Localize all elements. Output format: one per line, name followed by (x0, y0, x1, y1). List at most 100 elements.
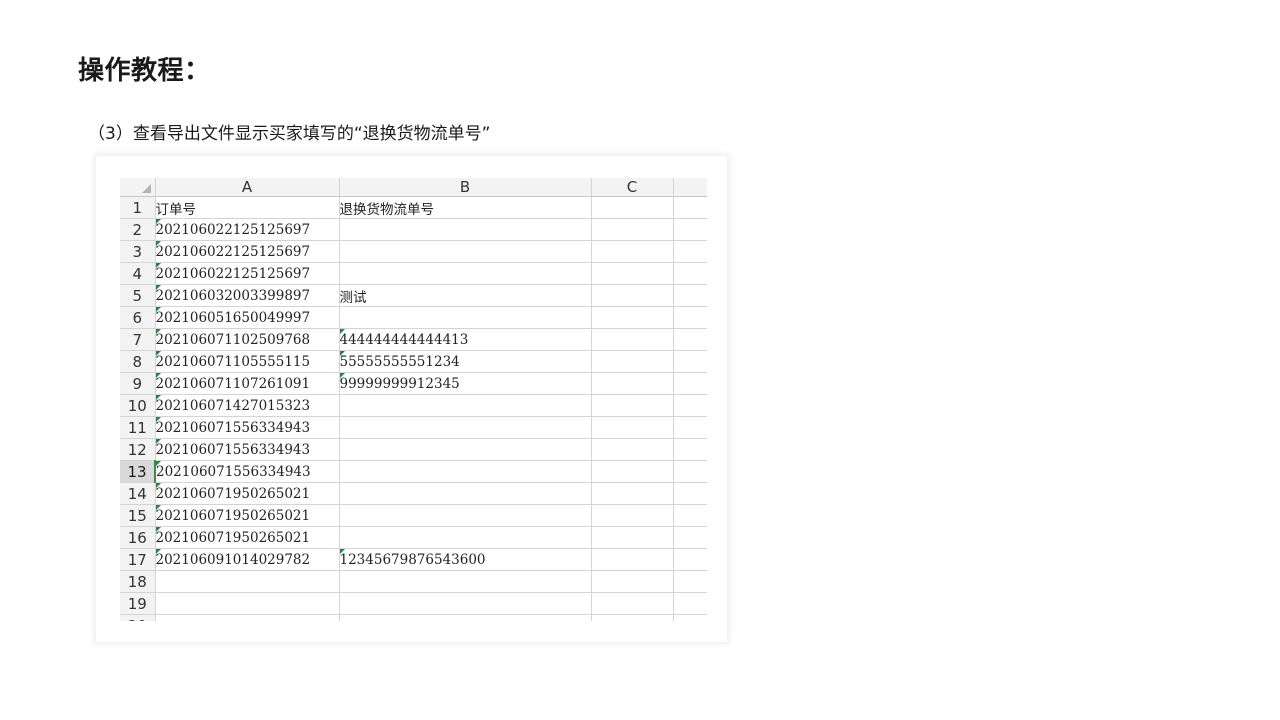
row-header[interactable]: 2 (120, 218, 156, 241)
row-header[interactable]: 1 (120, 196, 156, 219)
column-header-c[interactable]: C (591, 178, 674, 197)
cell-a[interactable]: 202106091014029782 (155, 548, 340, 571)
cell-b[interactable] (339, 262, 592, 285)
cell-a[interactable]: 202106071556334943 (155, 460, 340, 483)
cell-b[interactable] (339, 570, 592, 593)
cell-c[interactable] (591, 218, 674, 241)
cell-a[interactable]: 202106071556334943 (155, 416, 340, 439)
cell-b[interactable]: 444444444444413 (339, 328, 592, 351)
row-header[interactable]: 13 (120, 460, 156, 483)
cell-c[interactable] (591, 240, 674, 263)
cell-a[interactable]: 202106032003399897 (155, 284, 340, 307)
row-header[interactable]: 12 (120, 438, 156, 461)
cell-a[interactable]: 202106022125125697 (155, 262, 340, 285)
cell-b[interactable] (339, 460, 592, 483)
cell-filler (673, 196, 707, 219)
cell-filler (673, 372, 707, 395)
cell-c[interactable] (591, 482, 674, 505)
cell-a[interactable] (155, 570, 340, 593)
row-header[interactable]: 8 (120, 350, 156, 373)
row-header[interactable]: 4 (120, 262, 156, 285)
step-caption: （3）查看导出文件显示买家填写的“退换货物流单号” (88, 124, 491, 144)
cell-c[interactable] (591, 548, 674, 571)
row-header[interactable]: 17 (120, 548, 156, 571)
row-header[interactable]: 15 (120, 504, 156, 527)
cell-filler (673, 218, 707, 241)
cell-a[interactable]: 202106051650049997 (155, 306, 340, 329)
row-header[interactable]: 10 (120, 394, 156, 417)
cell-filler (673, 240, 707, 263)
cell-a[interactable] (155, 592, 340, 615)
row-header[interactable]: 11 (120, 416, 156, 439)
cell-a[interactable]: 202106071950265021 (155, 526, 340, 549)
row-header[interactable]: 3 (120, 240, 156, 263)
cell-b[interactable]: 99999999912345 (339, 372, 592, 395)
row-header[interactable]: 16 (120, 526, 156, 549)
table-row: 1 订单号 退换货物流单号 (120, 196, 707, 219)
cell-a[interactable]: 202106071950265021 (155, 482, 340, 505)
table-row: 18 (120, 570, 707, 593)
table-row: 12 202106071556334943 (120, 438, 707, 461)
cell-filler (673, 394, 707, 417)
cell-c[interactable] (591, 460, 674, 483)
cell-c[interactable] (591, 350, 674, 373)
cell-a[interactable] (155, 614, 340, 621)
cell-c[interactable] (591, 306, 674, 329)
spreadsheet-screenshot: A B C 1 订单号 退换货物流单号 2 202106022125125697 3 202… (96, 156, 727, 642)
cell-b[interactable]: 退换货物流单号 (339, 196, 592, 219)
cell-b[interactable] (339, 218, 592, 241)
page-title: 操作教程： (78, 56, 211, 86)
row-header[interactable]: 14 (120, 482, 156, 505)
cell-b[interactable]: 55555555551234 (339, 350, 592, 373)
cell-b[interactable] (339, 592, 592, 615)
column-header-a[interactable]: A (155, 178, 340, 197)
cell-b[interactable] (339, 438, 592, 461)
cell-a[interactable]: 202106071950265021 (155, 504, 340, 527)
cell-c[interactable] (591, 592, 674, 615)
cell-b[interactable] (339, 306, 592, 329)
row-header[interactable]: 7 (120, 328, 156, 351)
row-header[interactable]: 5 (120, 284, 156, 307)
cell-b[interactable] (339, 482, 592, 505)
cell-a[interactable]: 202106071427015323 (155, 394, 340, 417)
cell-b[interactable] (339, 526, 592, 549)
cell-b[interactable] (339, 240, 592, 263)
cell-c[interactable] (591, 504, 674, 527)
cell-b[interactable] (339, 614, 592, 621)
cell-filler (673, 284, 707, 307)
cell-c[interactable] (591, 614, 674, 621)
cell-b[interactable] (339, 504, 592, 527)
cell-c[interactable] (591, 328, 674, 351)
row-header[interactable]: 19 (120, 592, 156, 615)
table-row: 8 202106071105555115 55555555551234 (120, 350, 707, 373)
cell-c[interactable] (591, 570, 674, 593)
cell-c[interactable] (591, 416, 674, 439)
cell-c[interactable] (591, 196, 674, 219)
row-header[interactable]: 6 (120, 306, 156, 329)
cell-c[interactable] (591, 438, 674, 461)
select-all-corner[interactable] (120, 178, 156, 197)
cell-b[interactable] (339, 394, 592, 417)
cell-a[interactable]: 订单号 (155, 196, 340, 219)
cell-filler (673, 526, 707, 549)
cell-c[interactable] (591, 262, 674, 285)
cell-b[interactable]: 测试 (339, 284, 592, 307)
cell-a[interactable]: 202106071107261091 (155, 372, 340, 395)
row-header[interactable]: 18 (120, 570, 156, 593)
row-header[interactable]: 9 (120, 372, 156, 395)
cell-c[interactable] (591, 394, 674, 417)
cell-a[interactable]: 202106071556334943 (155, 438, 340, 461)
cell-filler (673, 328, 707, 351)
table-row: 15 202106071950265021 (120, 504, 707, 527)
column-header-b[interactable]: B (339, 178, 592, 197)
cell-b[interactable]: 12345679876543600 (339, 548, 592, 571)
cell-c[interactable] (591, 284, 674, 307)
cell-a[interactable]: 202106071105555115 (155, 350, 340, 373)
row-header[interactable]: 20 (120, 614, 156, 621)
cell-a[interactable]: 202106071102509768 (155, 328, 340, 351)
cell-a[interactable]: 202106022125125697 (155, 240, 340, 263)
cell-c[interactable] (591, 372, 674, 395)
cell-a[interactable]: 202106022125125697 (155, 218, 340, 241)
cell-b[interactable] (339, 416, 592, 439)
cell-c[interactable] (591, 526, 674, 549)
